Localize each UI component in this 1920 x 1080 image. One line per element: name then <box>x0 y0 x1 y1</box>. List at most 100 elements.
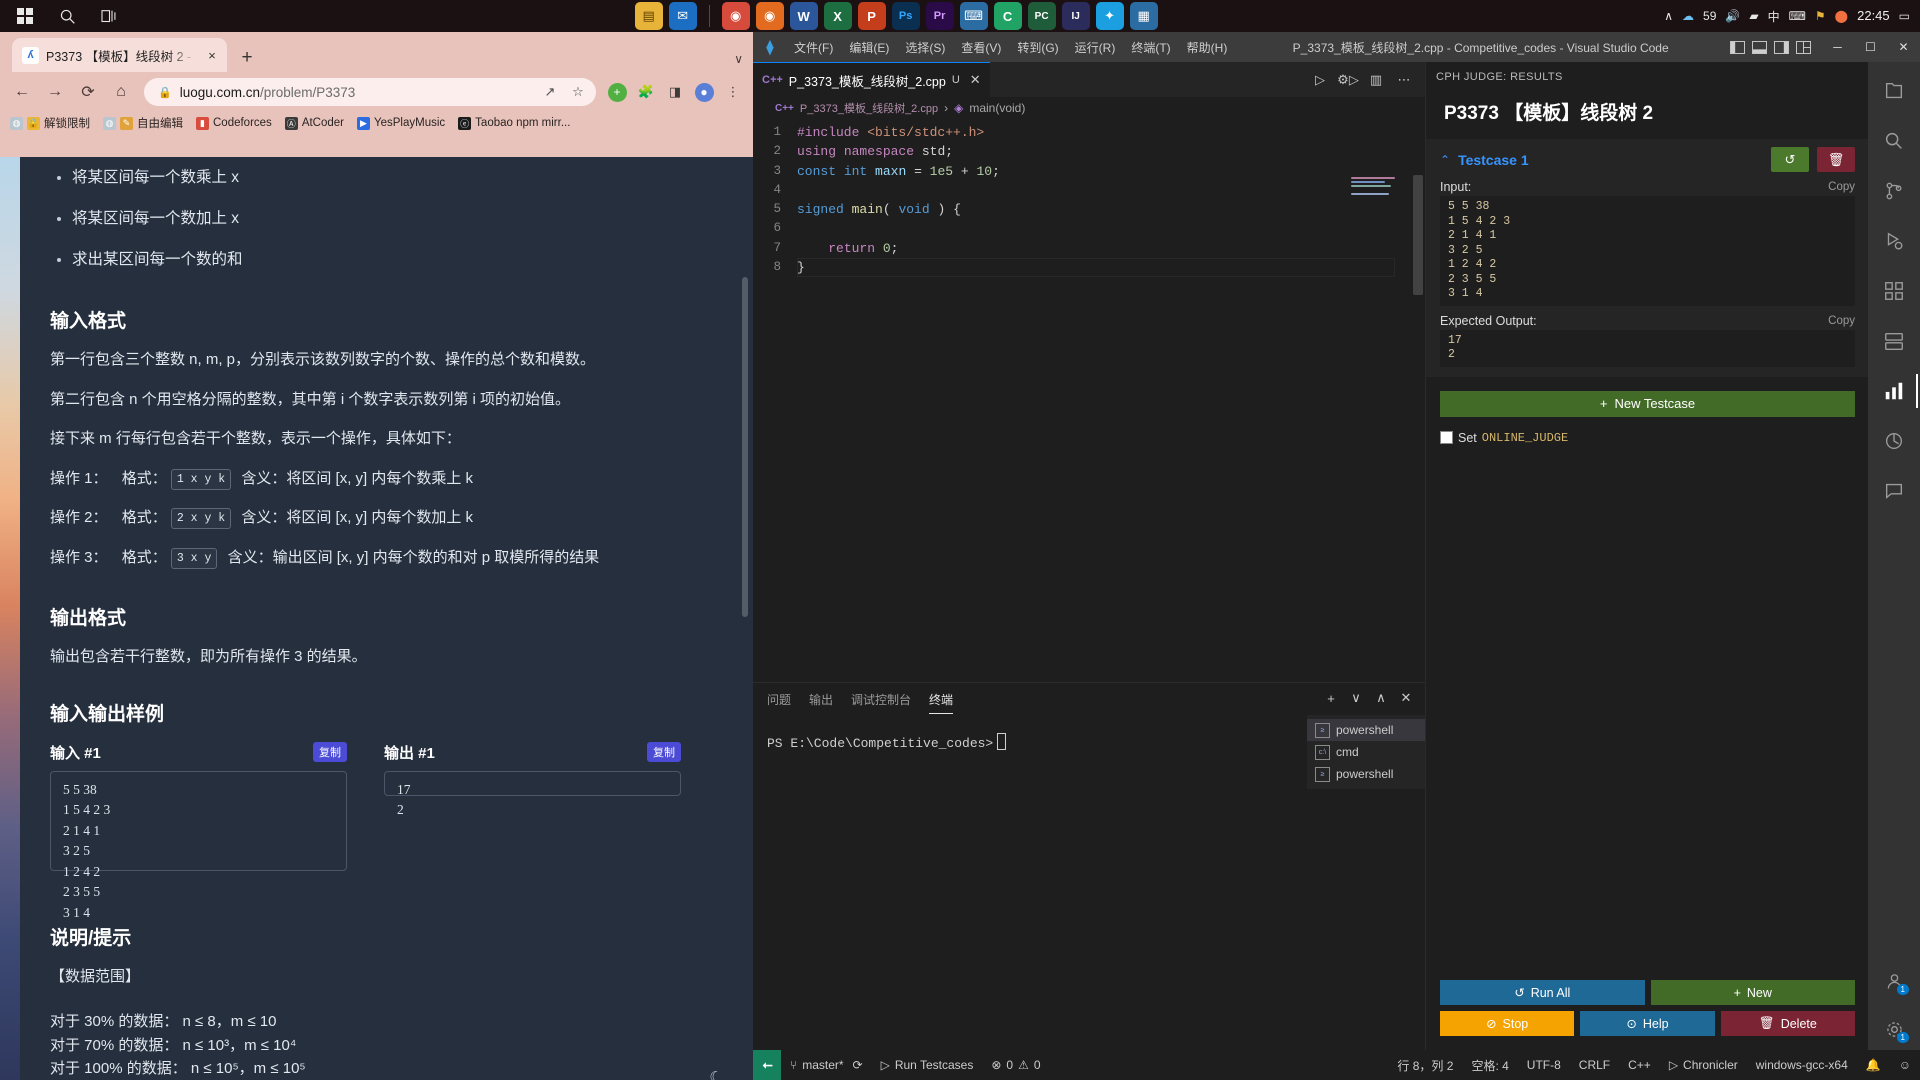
line-column-status[interactable]: 行 8，列 2 <box>1388 1050 1462 1080</box>
help-button[interactable]: ⊙ Help <box>1580 1011 1715 1036</box>
sidebar-item-chat[interactable] <box>1870 468 1918 514</box>
taskbar-app-premiere[interactable]: Pr <box>925 2 954 30</box>
terminal-list-item[interactable]: ≥ powershell <box>1307 763 1425 785</box>
run-testcases-button[interactable]: ▷ Run Testcases <box>872 1050 983 1080</box>
stop-button[interactable]: ⊘ Stop <box>1440 1011 1575 1036</box>
taskbar-app-file-explorer[interactable]: ▤ <box>634 2 663 30</box>
tab-output[interactable]: 输出 <box>809 685 833 713</box>
new-tab-button[interactable]: + <box>233 44 261 72</box>
chronicler-status[interactable]: ▷ Chronicler <box>1660 1050 1747 1080</box>
feedback-status[interactable]: ☺ <box>1890 1050 1920 1080</box>
window-minimize-button[interactable]: ─ <box>1821 32 1854 62</box>
close-panel-icon[interactable]: ✕ <box>1395 687 1417 709</box>
menu-help[interactable]: 帮助(H) <box>1180 35 1235 60</box>
reload-button[interactable]: ⟳ <box>74 78 102 106</box>
ime-icon[interactable]: 中 <box>1768 8 1780 25</box>
collapse-panel-icon[interactable]: ∧ <box>1370 687 1392 709</box>
back-button[interactable]: ← <box>8 78 36 106</box>
split-editor-icon[interactable]: ▥ <box>1363 67 1389 93</box>
cloud-icon[interactable]: ☁ <box>1682 9 1694 23</box>
profile-avatar[interactable]: ● <box>692 80 716 104</box>
editor-tab[interactable]: C++ P_3373_模板_线段树_2.cpp U ✕ <box>753 62 990 97</box>
taskbar-app-qq[interactable]: ✦ <box>1095 2 1124 30</box>
home-button[interactable]: ⌂ <box>107 78 135 106</box>
eol-status[interactable]: CRLF <box>1570 1050 1619 1080</box>
bookmark-item[interactable]: ⓔ Taobao npm mirr... <box>458 116 570 130</box>
extensions-puzzle-icon[interactable]: 🧩 <box>634 80 658 104</box>
taskbar-app-firefox[interactable]: ◉ <box>755 2 784 30</box>
menu-terminal[interactable]: 终端(T) <box>1124 35 1177 60</box>
panel-left-icon[interactable] <box>1727 38 1747 56</box>
testcase-input[interactable]: 5 5 38 1 5 4 2 3 2 1 4 1 3 2 5 1 2 4 2 2… <box>1440 196 1855 306</box>
flag-icon[interactable]: ⚑ <box>1815 9 1826 23</box>
taskbar-app-excel[interactable]: X <box>823 2 852 30</box>
menu-go[interactable]: 转到(G) <box>1010 35 1065 60</box>
copy-expected-button[interactable]: Copy <box>1828 315 1855 327</box>
sidebar-item-source-control[interactable] <box>1870 168 1918 214</box>
forward-button[interactable]: → <box>41 78 69 106</box>
start-button[interactable] <box>6 1 44 31</box>
run-icon[interactable]: ▷ <box>1307 67 1333 93</box>
close-icon[interactable]: ✕ <box>970 72 981 88</box>
panel-right-icon[interactable] <box>1771 38 1791 56</box>
terminal-list-item[interactable]: c:\ cmd <box>1307 741 1425 763</box>
sidebar-item-settings[interactable]: 1 <box>1870 1006 1918 1052</box>
chevron-up-icon[interactable]: ⌃ <box>1440 153 1450 167</box>
browser-menu-icon[interactable]: ⋮ <box>721 80 745 104</box>
bookmark-item[interactable]: ◍ 🔒 解锁限制 <box>10 115 90 131</box>
new-terminal-icon[interactable]: + <box>1320 687 1342 709</box>
close-icon[interactable]: × <box>203 46 221 64</box>
source-control-status[interactable]: ⑂ master* ⟳ <box>781 1050 872 1080</box>
menu-run[interactable]: 运行(R) <box>1068 35 1123 60</box>
bookmark-item[interactable]: ▮ Codeforces <box>196 116 272 130</box>
breadcrumb-file[interactable]: P_3373_模板_线段树_2.cpp <box>800 100 938 116</box>
sidebar-item-testing[interactable] <box>1870 418 1918 464</box>
new-button[interactable]: + New <box>1650 980 1855 1005</box>
network-icon[interactable]: ▰ <box>1749 9 1758 23</box>
task-view-button[interactable] <box>90 1 128 31</box>
updates-icon[interactable]: ⬤ <box>1835 9 1848 23</box>
remote-window-button[interactable] <box>753 1050 781 1080</box>
extension-green-button[interactable]: + <box>605 80 629 104</box>
taskbar-app-chrome[interactable]: ◉ <box>721 2 750 30</box>
sidebar-item-explorer[interactable] <box>1870 68 1918 114</box>
sidebar-item-search[interactable] <box>1870 118 1918 164</box>
more-actions-icon[interactable]: ⋯ <box>1391 67 1417 93</box>
taskbar-app-store[interactable]: ▦ <box>1129 2 1158 30</box>
problems-status[interactable]: ⊗ 0 ⚠ 0 <box>982 1050 1049 1080</box>
notification-icon[interactable]: ▭ <box>1899 9 1910 23</box>
taskbar-app-vscode[interactable]: ⌨ <box>959 2 988 30</box>
star-icon[interactable]: ☆ <box>568 82 588 102</box>
sidebar-item-run-debug[interactable] <box>1870 218 1918 264</box>
window-close-button[interactable]: ✕ <box>1887 32 1920 62</box>
taskbar-app-mail[interactable]: ✉ <box>668 2 697 30</box>
notifications-status[interactable]: 🔔 <box>1857 1050 1890 1080</box>
testcase-expected-output[interactable]: 17 2 <box>1440 329 1855 367</box>
layout-grid-icon[interactable] <box>1793 38 1813 56</box>
taskbar-app-pycharm[interactable]: PC <box>1027 2 1056 30</box>
delete-button[interactable]: 🗑 Delete <box>1720 1011 1855 1036</box>
sidebar-item-account[interactable]: 1 <box>1870 958 1918 1004</box>
new-testcase-button[interactable]: + New Testcase <box>1440 390 1855 417</box>
encoding-status[interactable]: UTF-8 <box>1518 1050 1570 1080</box>
terminal-list-item[interactable]: ≥ powershell <box>1307 719 1425 741</box>
language-status[interactable]: C++ <box>1619 1050 1660 1080</box>
sidebar-item-remote-explorer[interactable] <box>1870 318 1918 364</box>
window-maximize-button[interactable]: ☐ <box>1854 32 1887 62</box>
copy-input-button[interactable]: Copy <box>1828 181 1855 193</box>
taskbar-search-button[interactable] <box>48 1 86 31</box>
address-bar[interactable]: 🔒 luogu.com.cn/problem/P3373 ↗ ☆ <box>144 78 596 106</box>
clock[interactable]: 22:45 <box>1857 9 1890 23</box>
sidebar-toggle-icon[interactable]: ◨ <box>663 80 687 104</box>
sync-icon[interactable]: ⟳ <box>853 1058 863 1072</box>
taskbar-app-powerpoint[interactable]: P <box>857 2 886 30</box>
menu-file[interactable]: 文件(F) <box>787 35 840 60</box>
bookmark-item[interactable]: ▶ YesPlayMusic <box>357 116 445 130</box>
page-scrollbar[interactable] <box>740 157 750 1080</box>
browser-tab-active[interactable]: ʎ P3373 【模板】线段树 2 - 洛谷 × <box>12 38 227 72</box>
menu-edit[interactable]: 编辑(E) <box>842 35 896 60</box>
chevron-down-icon[interactable]: ∨ <box>1345 687 1367 709</box>
code-editor[interactable]: 1 #include <bits/stdc++.h> 2 using namespa… <box>753 119 1425 295</box>
minimap[interactable] <box>1351 177 1409 205</box>
run-all-button[interactable]: ↺ Run All <box>1440 980 1645 1005</box>
